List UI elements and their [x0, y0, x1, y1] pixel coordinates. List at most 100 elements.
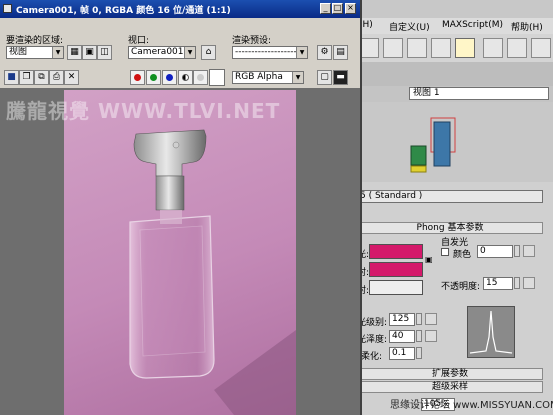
viewport-select[interactable]: 视图 1: [409, 87, 549, 100]
ambient-color-swatch[interactable]: [369, 244, 423, 259]
material-editor-icon[interactable]: [431, 38, 451, 58]
schematic-icon[interactable]: [407, 38, 427, 58]
copy-icon[interactable]: ❐: [19, 70, 34, 85]
rollout-phong-basic[interactable]: Phong 基本参数: [357, 222, 543, 234]
minimize-button[interactable]: _: [320, 3, 331, 14]
self-illum-spinner[interactable]: [514, 245, 520, 257]
chevron-down-icon: ▼: [292, 72, 303, 83]
self-illum-map-button[interactable]: [523, 245, 535, 257]
menu-customize[interactable]: 自定义(U): [389, 20, 430, 33]
render-area-select[interactable]: 视图 ▼: [6, 46, 64, 59]
gloss-map-button[interactable]: [425, 330, 437, 342]
opacity-map-button[interactable]: [523, 277, 535, 289]
alpha-channel-toggle[interactable]: [178, 70, 193, 85]
soften-label: 柔化:: [361, 352, 383, 362]
render-area-value: 视图: [9, 47, 28, 57]
display-channel-value: RGB Alpha: [235, 72, 283, 82]
mono-toggle[interactable]: [193, 70, 208, 85]
red-channel-toggle[interactable]: [130, 70, 145, 85]
spec-level-field[interactable]: 125: [389, 313, 415, 326]
missyuan-watermark: 思缘设计论坛 www.MISSYUAN.COM: [390, 400, 553, 411]
bottle-shadow: [214, 330, 296, 415]
viewport-graphics: [410, 117, 456, 173]
yellow-node[interactable]: [410, 165, 427, 173]
main-menubar: (H) 自定义(U) MAXScript(M) 帮助(H): [355, 18, 553, 35]
specular-color-swatch[interactable]: [369, 280, 423, 295]
gloss-field[interactable]: 40: [389, 330, 415, 343]
bottle-inner: [139, 225, 206, 357]
blue-node[interactable]: [433, 121, 451, 167]
chevron-down-icon: ▼: [296, 47, 307, 58]
chevron-down-icon: ▼: [52, 47, 63, 58]
diffuse-color-swatch[interactable]: [369, 262, 423, 277]
highlight-curve-graph: [467, 306, 515, 358]
menu-maxscript[interactable]: MAXScript(M): [442, 20, 503, 30]
menu-help[interactable]: 帮助(H): [511, 20, 543, 33]
rollout-supersampling[interactable]: 超级采样: [357, 381, 543, 393]
opacity-label: 不透明度:: [441, 282, 481, 292]
bottle-shoulder: [160, 210, 182, 224]
self-illum-color-label: 颜色: [453, 250, 472, 260]
save-icon[interactable]: ■: [4, 70, 19, 85]
app-icon: [3, 4, 12, 13]
spec-level-map-button[interactable]: [425, 313, 437, 325]
clone-icon[interactable]: ⧉: [34, 70, 49, 85]
viewport-value: Camera001: [131, 47, 184, 57]
green-node[interactable]: [410, 145, 427, 166]
window-title: Camera001, 帧 0, RGBA 颜色 16 位/通道 (1:1): [16, 6, 231, 16]
main-toolbar: [355, 34, 553, 63]
render-preset-select[interactable]: -------------------- ▼: [232, 46, 308, 59]
opacity-field[interactable]: 15: [483, 277, 513, 290]
blue-channel-toggle[interactable]: [162, 70, 177, 85]
clear-icon[interactable]: ✕: [64, 70, 79, 85]
toolbar-strip: [355, 62, 553, 86]
environment-icon[interactable]: ▤: [333, 45, 348, 60]
render-setup-icon[interactable]: ⚙: [317, 45, 332, 60]
link-icon[interactable]: [359, 38, 379, 58]
region-select-icon[interactable]: ◫: [97, 45, 112, 60]
edit-region-icon[interactable]: ▦: [67, 45, 82, 60]
soften-field[interactable]: 0.1: [389, 347, 415, 360]
bottle-cap-plate: [133, 129, 207, 177]
render-frame-icon[interactable]: [483, 38, 503, 58]
green-channel-toggle[interactable]: [146, 70, 161, 85]
render-setup-icon[interactable]: [455, 38, 475, 58]
opacity-spinner[interactable]: [514, 277, 520, 289]
rollout-extended[interactable]: 扩展参数: [357, 368, 543, 380]
curve-editor-icon[interactable]: [383, 38, 403, 58]
color-swatch[interactable]: [209, 69, 225, 86]
render-preset-value: --------------------: [235, 47, 300, 57]
close-button[interactable]: ×: [345, 3, 356, 14]
render-preset-label: 渲染预设:: [232, 36, 272, 46]
rendered-image: [64, 90, 296, 415]
render-area-label: 要渲染的区域:: [6, 36, 64, 46]
toggle-ui-overlay-icon[interactable]: ▢: [317, 70, 332, 85]
chevron-down-icon: ▼: [184, 47, 195, 58]
display-channel-select[interactable]: RGB Alpha ▼: [232, 71, 304, 84]
perfume-bottle-render: [129, 129, 296, 415]
render-window-titlebar[interactable]: Camera001, 帧 0, RGBA 颜色 16 位/通道 (1:1) _ …: [0, 0, 360, 18]
highlight-curve-svg: [469, 310, 513, 354]
teapot-render-icon[interactable]: [507, 38, 527, 58]
self-illum-color-checkbox[interactable]: [441, 248, 449, 256]
self-illum-value-field[interactable]: 0: [477, 245, 513, 258]
soften-spinner[interactable]: [416, 347, 422, 359]
viewport-select[interactable]: Camera001 ▼: [128, 46, 196, 59]
gloss-spinner[interactable]: [416, 330, 422, 342]
lock-icon[interactable]: ▣: [425, 255, 433, 264]
cap-screw: [172, 141, 180, 149]
highlight-curve: [469, 310, 513, 354]
maximize-button[interactable]: □: [332, 3, 343, 14]
print-icon[interactable]: ⎙: [49, 70, 64, 85]
lock-viewport-icon[interactable]: ⌂: [201, 45, 216, 60]
viewport-label: 视口:: [128, 36, 150, 46]
render-frame-window: Camera001, 帧 0, RGBA 颜色 16 位/通道 (1:1) _ …: [0, 0, 362, 415]
material-name-field[interactable]: 5 ( Standard ): [357, 190, 543, 203]
quick-render-icon[interactable]: [531, 38, 551, 58]
toggle-ui-icon[interactable]: ▬: [333, 70, 348, 85]
spec-level-spinner[interactable]: [416, 313, 422, 325]
material-editor-panel: 5 ( Standard ) Phong 基本参数 自发光 光: ▣ 射: 射:…: [355, 182, 553, 415]
auto-region-icon[interactable]: ▣: [82, 45, 97, 60]
bottle-neck: [155, 175, 185, 211]
schematic-viewport[interactable]: [355, 102, 553, 182]
